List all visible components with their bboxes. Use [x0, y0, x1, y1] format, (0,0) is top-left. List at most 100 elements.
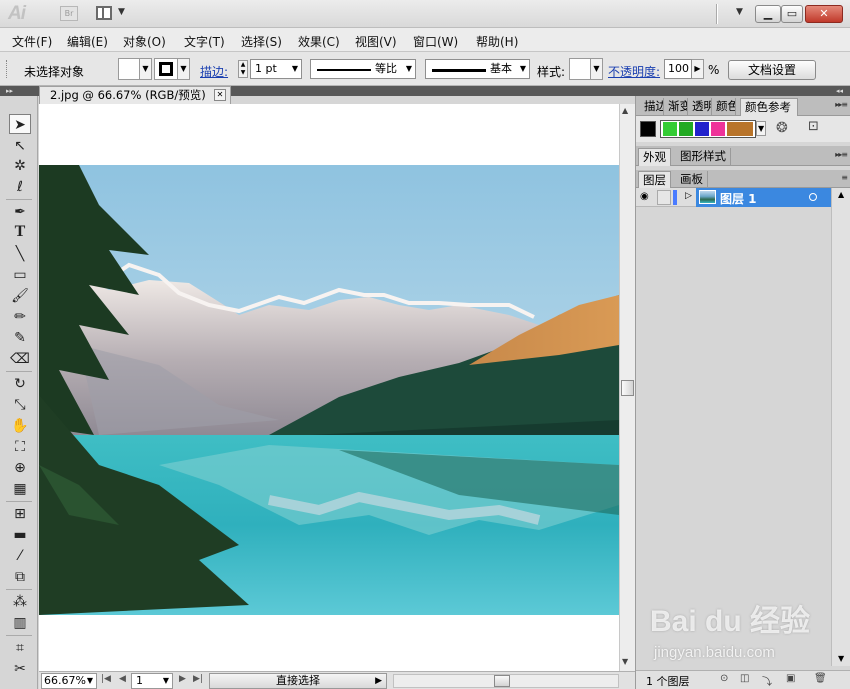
collapse-tools-icon[interactable]: ▸▸ [6, 86, 13, 96]
scroll-thumb[interactable] [494, 675, 510, 687]
symbol-sprayer-tool-icon[interactable]: ⁂ [9, 592, 31, 612]
scroll-thumb[interactable] [621, 380, 634, 396]
shape-builder-tool-icon[interactable]: ⊕ [9, 458, 31, 478]
menu-help[interactable]: 帮助(H) [476, 33, 518, 50]
visibility-eye-icon[interactable]: ◉ [640, 191, 649, 202]
paintbrush-tool-icon[interactable]: 🖌 [9, 286, 31, 306]
scroll-up-icon[interactable]: ▲ [838, 190, 844, 199]
scroll-down-icon[interactable]: ▼ [838, 654, 844, 663]
gradient-tool-icon[interactable]: ▬ [9, 525, 31, 545]
tab-artboards[interactable]: 画板 [676, 171, 708, 189]
layer-row[interactable]: ◉ ▷ 图层 1 [636, 188, 831, 207]
tab-color[interactable]: 颜色 [712, 98, 736, 116]
horizontal-scrollbar[interactable] [393, 674, 619, 688]
scale-tool-icon[interactable]: ⤡ [9, 395, 31, 415]
stroke-weight-select[interactable]: 1 pt ▼ [250, 59, 302, 79]
maximize-button[interactable]: ▭ [781, 5, 803, 23]
fill-swatch[interactable] [118, 58, 140, 80]
base-color-swatch[interactable] [640, 121, 656, 137]
free-transform-tool-icon[interactable]: ⛶ [9, 437, 31, 457]
brush-definition-select[interactable]: 基本 ▼ [425, 59, 530, 79]
perspective-grid-tool-icon[interactable]: ▦ [9, 479, 31, 499]
grip-handle[interactable] [6, 60, 10, 78]
eyedropper-tool-icon[interactable]: ⁄ [9, 546, 31, 566]
target-circle-icon[interactable] [809, 193, 817, 201]
new-layer-icon[interactable]: ▣ [786, 673, 795, 684]
eraser-tool-icon[interactable]: ⌫ [9, 349, 31, 369]
panel-menu-icon[interactable]: ▸▸≡ [835, 100, 848, 109]
rotate-tool-icon[interactable]: ↻ [9, 374, 31, 394]
opacity-dropdown[interactable]: ▶ [692, 59, 704, 79]
next-artboard-icon[interactable]: ▶ [179, 674, 186, 684]
close-button[interactable]: ✕ [805, 5, 843, 23]
mesh-tool-icon[interactable]: ⊞ [9, 504, 31, 524]
artboard-number-select[interactable]: 1 ▼ [131, 673, 173, 689]
warp-tool-icon[interactable]: ✋ [9, 416, 31, 436]
blob-brush-tool-icon[interactable]: ✎ [9, 328, 31, 348]
tab-transparency[interactable]: 透明 [688, 98, 712, 116]
document-setup-button[interactable]: 文档设置 [728, 60, 816, 80]
close-document-icon[interactable]: ✕ [214, 89, 226, 101]
new-sublayer-icon[interactable]: ⤵ [762, 673, 772, 688]
menu-window[interactable]: 窗口(W) [413, 33, 458, 50]
last-artboard-icon[interactable]: ▶| [193, 674, 203, 684]
color-wheel-icon[interactable]: ❂ [776, 120, 788, 136]
graphic-style-dropdown[interactable]: ▼ [591, 58, 603, 80]
collapse-panels-icon[interactable]: ◂◂ [836, 86, 843, 96]
lock-toggle[interactable] [657, 190, 671, 205]
lasso-tool-icon[interactable]: ℓ [9, 177, 31, 197]
stroke-swatch[interactable] [154, 58, 178, 80]
artboard-canvas[interactable] [39, 104, 619, 671]
arrange-documents-icon[interactable] [96, 6, 112, 20]
opacity-input[interactable]: 100 [664, 59, 692, 79]
clipping-mask-icon[interactable]: ◫ [740, 673, 749, 684]
document-tab[interactable]: 2.jpg @ 66.67% (RGB/预览) ✕ [39, 86, 231, 104]
tab-gradient[interactable]: 渐变 [664, 98, 688, 116]
bridge-button[interactable]: Br [60, 6, 78, 21]
selection-tool-icon[interactable]: ➤ [9, 114, 31, 134]
previous-artboard-icon[interactable]: ◀ [119, 674, 126, 684]
menu-type[interactable]: 文字(T) [184, 33, 225, 50]
tab-layers[interactable]: 图层 [638, 171, 671, 189]
tab-graphic-styles[interactable]: 图形样式 [676, 148, 731, 166]
vertical-scrollbar[interactable]: ▲ ▼ [619, 104, 635, 671]
panel-menu-icon[interactable]: ≡ [841, 173, 848, 182]
blend-tool-icon[interactable]: ⧉ [9, 567, 31, 587]
scroll-down-icon[interactable]: ▼ [622, 657, 628, 666]
menu-object[interactable]: 对象(O) [123, 33, 166, 50]
stroke-link[interactable]: 描边: [200, 63, 228, 80]
stroke-dropdown[interactable]: ▼ [178, 58, 190, 80]
first-artboard-icon[interactable]: |◀ [101, 674, 111, 684]
variable-width-profile-select[interactable]: 等比 ▼ [310, 59, 416, 79]
tab-stroke[interactable]: 描边 [640, 98, 664, 116]
rectangle-tool-icon[interactable]: ▭ [9, 265, 31, 285]
harmony-dropdown[interactable]: ▼ [756, 121, 767, 136]
type-tool-icon[interactable]: T [9, 223, 31, 243]
layer-name[interactable]: 图层 1 [720, 190, 757, 207]
column-graph-tool-icon[interactable]: ▥ [9, 613, 31, 633]
workspace-switcher-icon[interactable]: ▼ [736, 7, 743, 17]
fill-dropdown[interactable]: ▼ [140, 58, 152, 80]
menu-effect[interactable]: 效果(C) [298, 33, 340, 50]
current-tool-status[interactable]: 直接选择 ▶ [209, 673, 387, 689]
tab-appearance[interactable]: 外观 [638, 148, 671, 166]
direct-selection-tool-icon[interactable]: ↖ [9, 136, 31, 156]
placed-image[interactable] [39, 165, 619, 615]
stroke-weight-stepper[interactable]: ▲ ▼ [238, 60, 248, 78]
expand-triangle-icon[interactable]: ▷ [685, 191, 692, 201]
minimize-button[interactable]: ▁ [755, 5, 781, 23]
pencil-tool-icon[interactable]: ✏ [9, 307, 31, 327]
locate-object-icon[interactable]: ⊙ [720, 673, 728, 684]
chevron-down-icon[interactable]: ▼ [118, 7, 125, 17]
graphic-style-swatch[interactable] [569, 58, 591, 80]
menu-file[interactable]: 文件(F) [12, 33, 52, 50]
pen-tool-icon[interactable]: ✒ [9, 202, 31, 222]
zoom-select[interactable]: 66.67% ▼ [41, 673, 97, 689]
harmony-colors[interactable] [660, 120, 756, 138]
scroll-up-icon[interactable]: ▲ [622, 106, 628, 115]
menu-edit[interactable]: 编辑(E) [67, 33, 108, 50]
tab-color-guide[interactable]: 颜色参考 [740, 98, 798, 116]
magic-wand-tool-icon[interactable]: ✲ [9, 156, 31, 176]
layers-scrollbar[interactable]: ▲ ▼ [831, 188, 850, 666]
artboard-tool-icon[interactable]: ⌗ [9, 638, 31, 658]
